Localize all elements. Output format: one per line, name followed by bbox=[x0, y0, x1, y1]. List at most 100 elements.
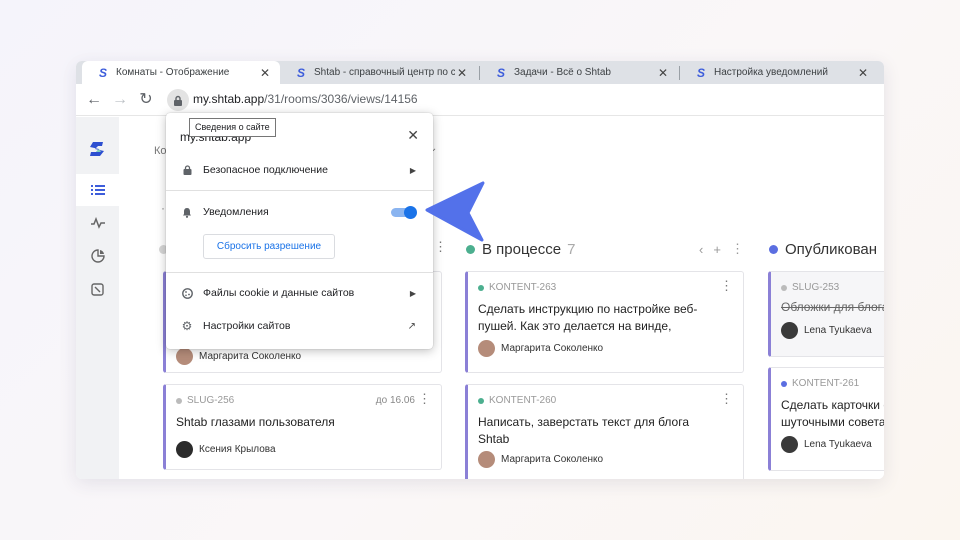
column-actions: ‹ + ⋮ bbox=[699, 241, 744, 257]
pulse-icon bbox=[90, 217, 105, 229]
card-title: Написать, заверстать текст для блога Sht… bbox=[478, 415, 690, 446]
sidebar-item-activity[interactable] bbox=[76, 207, 119, 239]
connection-label: Безопасное подключение bbox=[203, 164, 328, 176]
gear-icon: ⚙ bbox=[181, 319, 193, 333]
arrow-right-icon: ▶ bbox=[409, 165, 416, 175]
shtab-favicon-icon: S bbox=[696, 65, 705, 80]
sidebar-item-reports[interactable] bbox=[76, 240, 119, 272]
avatar bbox=[478, 340, 495, 357]
card-menu-icon[interactable]: ⋮ bbox=[720, 391, 733, 407]
card-title: Обложки для блога bbox=[781, 300, 884, 314]
card-title: Shtab глазами пользователя bbox=[176, 415, 335, 429]
tab-title: Настройка уведомлений bbox=[714, 67, 828, 78]
column-menu-icon[interactable]: ⋮ bbox=[731, 241, 744, 257]
card-tag: KONTENT-263 bbox=[478, 282, 556, 293]
tag-label: KONTENT-263 bbox=[489, 282, 557, 293]
column-color-dot bbox=[769, 244, 778, 254]
card-tag: SLUG-256 bbox=[176, 395, 234, 406]
site-info-popup: my.shtab.app ✕ Безопасное подключение ▶ … bbox=[166, 113, 433, 349]
assignee-name: Ксения Крылова bbox=[199, 444, 276, 455]
due-date: до 16.06 bbox=[375, 395, 415, 406]
site-settings-row[interactable]: ⚙ Настройки сайтов ↗ bbox=[166, 311, 433, 341]
task-card[interactable]: SLUG-256 до 16.06 ⋮ Shtab глазами пользо… bbox=[163, 384, 442, 470]
tag-dot bbox=[176, 397, 182, 404]
tab-help-center[interactable]: S Shtab - справочный центр по с ✕ bbox=[280, 61, 477, 84]
close-icon[interactable]: ✕ bbox=[258, 66, 272, 80]
notifications-label: Уведомления bbox=[203, 206, 269, 218]
column-title: Опубликован bbox=[785, 240, 878, 258]
tag-label: SLUG-256 bbox=[187, 395, 235, 406]
close-icon[interactable]: ✕ bbox=[856, 66, 870, 80]
tab-title: Shtab - справочный центр по с bbox=[314, 67, 455, 78]
sidebar-item-list[interactable] bbox=[76, 174, 119, 206]
task-card[interactable]: SLUG-253 Обложки для блога Lena Tyukaeva bbox=[768, 271, 884, 357]
card-tag: KONTENT-260 bbox=[478, 395, 556, 406]
column-header-published: Опубликован bbox=[769, 238, 877, 260]
avatar bbox=[478, 451, 495, 468]
card-assignee: Маргарита Соколенко bbox=[176, 348, 301, 365]
chevron-left-icon[interactable]: ‹ bbox=[699, 242, 703, 257]
toggle-knob bbox=[404, 206, 417, 219]
close-icon[interactable]: ✕ bbox=[656, 66, 670, 80]
task-card[interactable]: KONTENT-263 ⋮ Сделать инструкцию по наст… bbox=[465, 271, 744, 373]
shtab-favicon-icon: S bbox=[496, 65, 505, 80]
close-icon[interactable]: ✕ bbox=[407, 127, 419, 144]
cookies-row[interactable]: Файлы cookie и данные сайтов ▶ bbox=[166, 278, 433, 308]
plus-icon[interactable]: + bbox=[713, 242, 721, 257]
card-tag: KONTENT-261 bbox=[781, 378, 859, 389]
shtab-favicon-icon: S bbox=[296, 65, 305, 80]
divider bbox=[166, 190, 433, 191]
assignee-name: Lena Tyukaeva bbox=[804, 325, 872, 336]
back-arrow-icon[interactable]: ← bbox=[84, 90, 104, 110]
connection-row[interactable]: Безопасное подключение ▶ bbox=[166, 155, 433, 185]
avatar bbox=[781, 322, 798, 339]
tag-label: SLUG-253 bbox=[792, 282, 840, 293]
shtab-favicon-icon: S bbox=[98, 65, 107, 80]
notifications-toggle[interactable] bbox=[391, 206, 417, 219]
arrow-right-icon: ▶ bbox=[409, 288, 416, 298]
lock-icon bbox=[174, 95, 182, 106]
tag-dot bbox=[781, 380, 787, 387]
avatar bbox=[176, 348, 193, 365]
avatar bbox=[176, 441, 193, 458]
card-menu-icon[interactable]: ⋮ bbox=[418, 391, 431, 407]
pie-chart-icon bbox=[90, 249, 105, 263]
site-settings-label: Настройки сайтов bbox=[203, 320, 291, 332]
document-icon bbox=[91, 282, 104, 296]
close-icon[interactable]: ✕ bbox=[455, 66, 469, 80]
url-path: /31/rooms/3036/views/14156 bbox=[264, 92, 418, 106]
card-assignee: Маргарита Соколенко bbox=[478, 451, 603, 468]
card-menu-icon[interactable]: ⋮ bbox=[720, 278, 733, 294]
tab-rooms[interactable]: S Комнаты - Отображение ✕ bbox=[82, 61, 280, 84]
column-count: 7 bbox=[567, 240, 576, 258]
address-bar[interactable]: my.shtab.app/31/rooms/3036/views/14156 bbox=[193, 92, 418, 106]
reset-permission-button[interactable]: Сбросить разрешение bbox=[203, 234, 335, 259]
divider bbox=[166, 272, 433, 273]
task-card[interactable]: KONTENT-261 Сделать карточки с шуточными… bbox=[768, 367, 884, 471]
reload-icon[interactable]: ↻ bbox=[136, 90, 156, 110]
card-assignee: Lena Tyukaeva bbox=[781, 436, 872, 453]
tab-title: Комнаты - Отображение bbox=[116, 67, 230, 78]
external-link-icon: ↗ bbox=[407, 320, 416, 332]
tab-bar: S Комнаты - Отображение ✕ S Shtab - спра… bbox=[76, 61, 884, 84]
tag-label: KONTENT-260 bbox=[489, 395, 557, 406]
column-title: В процессе bbox=[482, 240, 562, 258]
tag-label: KONTENT-261 bbox=[792, 378, 860, 389]
tag-dot bbox=[478, 397, 484, 404]
pointer-arrow-icon bbox=[425, 181, 485, 242]
shtab-logo-icon[interactable] bbox=[87, 139, 107, 159]
browser-window: S Комнаты - Отображение ✕ S Shtab - спра… bbox=[76, 61, 884, 479]
url-host: my.shtab.app bbox=[193, 92, 265, 106]
assignee-name: Lena Tyukaeva bbox=[804, 439, 872, 450]
assignee-name: Маргарита Соколенко bbox=[501, 343, 604, 354]
tag-dot bbox=[781, 284, 787, 291]
task-card[interactable]: KONTENT-260 ⋮ Написать, заверстать текст… bbox=[465, 384, 744, 479]
breadcrumb[interactable]: Ко bbox=[154, 145, 167, 157]
card-assignee: Ксения Крылова bbox=[176, 441, 276, 458]
forward-arrow-icon[interactable]: → bbox=[110, 90, 130, 110]
sidebar-item-documents[interactable] bbox=[76, 273, 119, 305]
assignee-name: Маргарита Соколенко bbox=[501, 454, 604, 465]
site-info-button[interactable] bbox=[167, 89, 189, 111]
tab-notifications-setup[interactable]: S Настройка уведомлений ✕ bbox=[680, 61, 878, 84]
tab-tasks[interactable]: S Задачи - Всё о Shtab ✕ bbox=[480, 61, 678, 84]
